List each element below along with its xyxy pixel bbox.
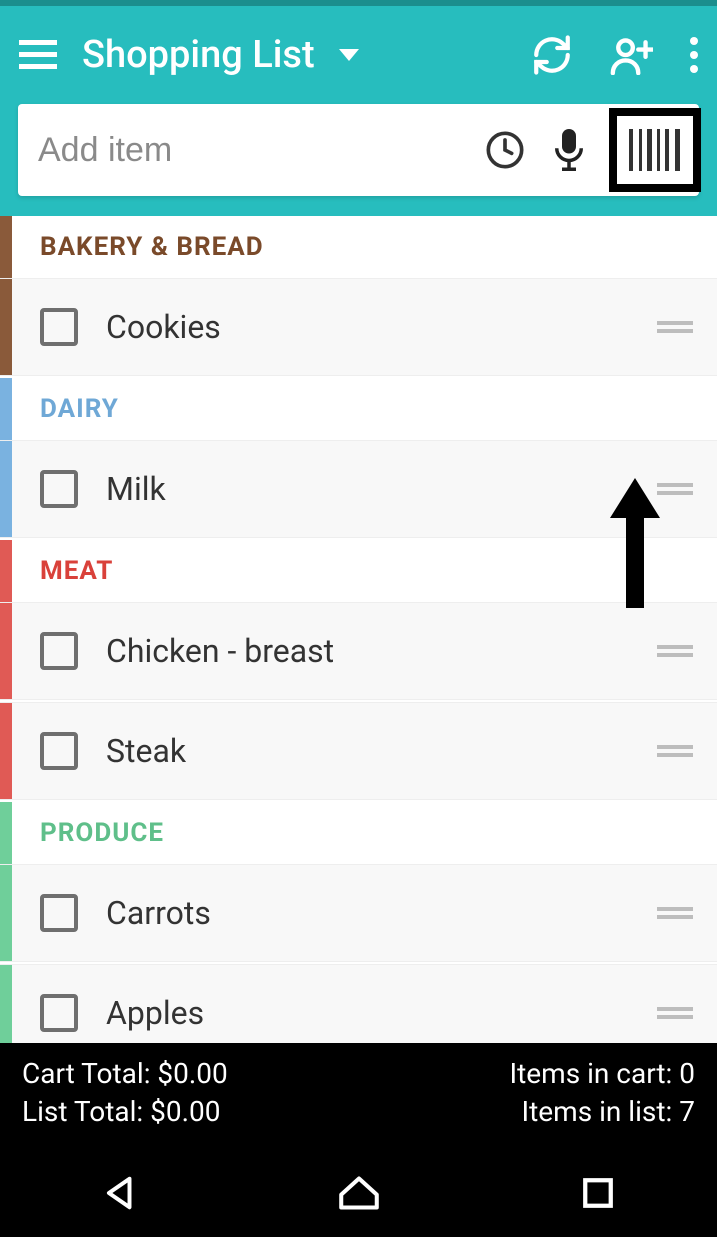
list-total: List Total: $0.00 <box>22 1093 228 1131</box>
sync-icon[interactable] <box>531 34 573 76</box>
category-stripe <box>0 378 12 440</box>
category-stripe <box>0 965 12 1043</box>
items-in-list: Items in list: 7 <box>510 1093 695 1131</box>
home-button[interactable] <box>329 1163 389 1223</box>
item-checkbox[interactable] <box>40 732 78 770</box>
drag-handle-icon[interactable] <box>657 643 693 659</box>
item-label: Chicken - breast <box>106 632 657 670</box>
android-nav-bar <box>0 1149 717 1237</box>
item-label: Milk <box>106 470 657 508</box>
microphone-icon[interactable] <box>545 126 593 174</box>
totals-bar: Cart Total: $0.00 List Total: $0.00 Item… <box>0 1043 717 1149</box>
item-checkbox[interactable] <box>40 894 78 932</box>
drag-handle-icon[interactable] <box>657 743 693 759</box>
drag-handle-icon[interactable] <box>657 481 693 497</box>
item-checkbox[interactable] <box>40 308 78 346</box>
category-header[interactable]: PRODUCE <box>0 802 717 864</box>
add-person-icon[interactable] <box>609 35 653 75</box>
item-label: Carrots <box>106 894 657 932</box>
category-stripe <box>0 540 12 602</box>
category-label: PRODUCE <box>40 818 164 848</box>
app-header: Shopping List <box>0 6 717 216</box>
list-item[interactable]: Apples <box>0 964 717 1043</box>
category-stripe <box>0 865 12 961</box>
shopping-list: BAKERY & BREAD Cookies DAIRY Milk MEAT Chicke… <box>0 216 717 1043</box>
items-in-cart: Items in cart: 0 <box>510 1055 695 1093</box>
item-label: Steak <box>106 732 657 770</box>
item-checkbox[interactable] <box>40 994 78 1032</box>
history-icon[interactable] <box>481 126 529 174</box>
item-label: Cookies <box>106 308 657 346</box>
add-item-bar <box>18 104 699 196</box>
category-stripe <box>0 216 12 278</box>
list-item[interactable]: Carrots <box>0 864 717 962</box>
category-label: DAIRY <box>40 394 119 424</box>
category-header[interactable]: BAKERY & BREAD <box>0 216 717 278</box>
recents-button[interactable] <box>568 1163 628 1223</box>
category-label: MEAT <box>40 556 113 586</box>
menu-icon[interactable] <box>18 35 58 75</box>
page-title: Shopping List <box>82 33 315 77</box>
list-item[interactable]: Cookies <box>0 278 717 376</box>
category-stripe <box>0 279 12 375</box>
category-stripe <box>0 603 12 699</box>
category-stripe <box>0 703 12 799</box>
drag-handle-icon[interactable] <box>657 319 693 335</box>
category-label: BAKERY & BREAD <box>40 232 264 262</box>
overflow-menu-icon[interactable] <box>689 36 699 74</box>
barcode-scan-button[interactable] <box>609 108 701 192</box>
item-checkbox[interactable] <box>40 632 78 670</box>
item-checkbox[interactable] <box>40 470 78 508</box>
category-stripe <box>0 802 12 864</box>
chevron-down-icon <box>339 46 359 65</box>
category-header[interactable]: DAIRY <box>0 378 717 440</box>
category-stripe <box>0 441 12 537</box>
list-title-dropdown[interactable]: Shopping List <box>82 33 359 77</box>
add-item-input[interactable] <box>38 104 481 196</box>
list-item[interactable]: Milk <box>0 440 717 538</box>
item-label: Apples <box>106 994 657 1032</box>
back-button[interactable] <box>90 1163 150 1223</box>
drag-handle-icon[interactable] <box>657 905 693 921</box>
category-header[interactable]: MEAT <box>0 540 717 602</box>
drag-handle-icon[interactable] <box>657 1005 693 1021</box>
list-item[interactable]: Steak <box>0 702 717 800</box>
cart-total: Cart Total: $0.00 <box>22 1055 228 1093</box>
list-item[interactable]: Chicken - breast <box>0 602 717 700</box>
